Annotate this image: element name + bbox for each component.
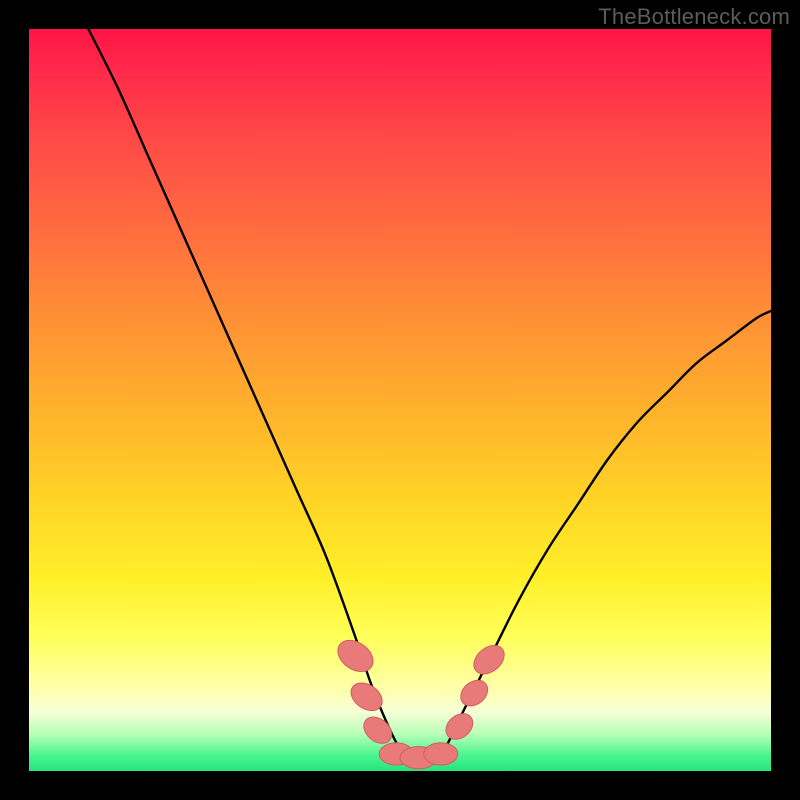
chart-svg <box>29 29 771 771</box>
watermark-text: TheBottleneck.com <box>598 4 790 30</box>
curve-marker <box>424 743 458 765</box>
curve-marker <box>468 640 509 680</box>
curve-marker <box>441 708 478 744</box>
curve-marker <box>456 675 493 711</box>
chart-plot-area <box>29 29 771 771</box>
bottleneck-curve <box>88 29 771 761</box>
curve-markers <box>332 634 510 769</box>
chart-frame: TheBottleneck.com <box>0 0 800 800</box>
